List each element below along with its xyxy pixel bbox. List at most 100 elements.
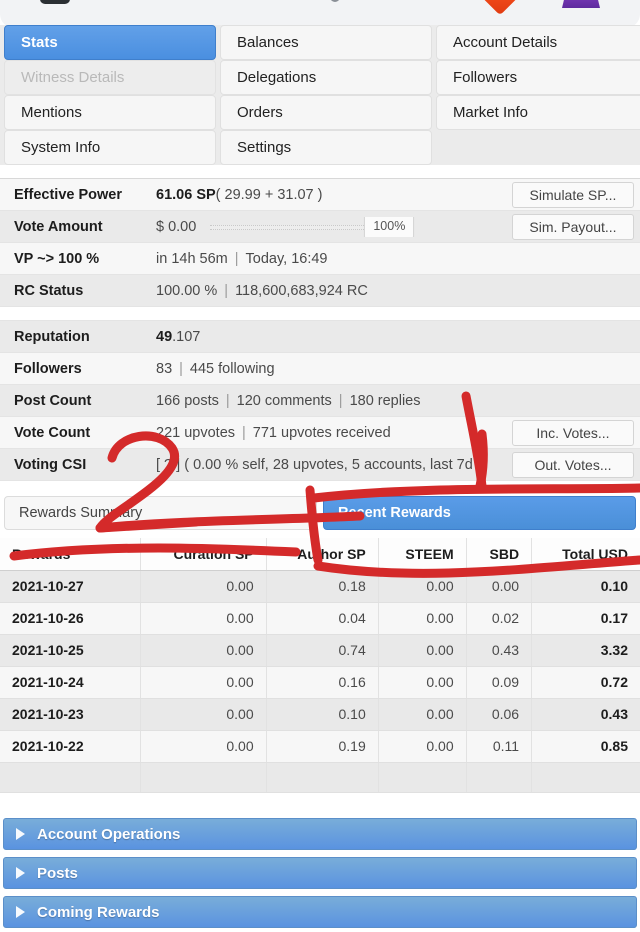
cell-empty: [531, 762, 640, 793]
card-icon[interactable]: [40, 0, 70, 4]
tab-row: Stats Balances Account Details: [2, 25, 640, 60]
column-header-curation-sp[interactable]: Curation SP: [140, 538, 267, 571]
accordion-coming-rewards[interactable]: Coming Rewards: [3, 896, 637, 928]
accordion-label: Coming Rewards: [37, 903, 160, 921]
cell-empty: [466, 762, 533, 793]
stats-group-divider: [0, 307, 640, 321]
table-row[interactable]: 2021-10-27 0.00 0.18 0.00 0.00 0.10: [0, 570, 640, 603]
inc-votes-button[interactable]: Inc. Votes...: [512, 420, 634, 446]
tab-witness-details: Witness Details: [4, 60, 216, 95]
chevron-right-icon: [16, 867, 25, 879]
chevron-right-icon: [16, 828, 25, 840]
tab-label: Settings: [236, 139, 292, 156]
cell-author-sp: 0.04: [266, 602, 379, 635]
cell-steem: 0.00: [378, 698, 467, 731]
diamond-icon[interactable]: [481, 0, 519, 16]
purple-badge-icon[interactable]: [562, 0, 600, 8]
rewards-tabs: Rewards Summary Recent Rewards: [0, 496, 640, 530]
table-row[interactable]: 2021-10-22 0.00 0.19 0.00 0.11 0.85: [0, 730, 640, 763]
stat-label: Vote Count: [14, 424, 91, 441]
table-row[interactable]: 2021-10-26 0.00 0.04 0.00 0.02 0.17: [0, 602, 640, 635]
column-header-rewards[interactable]: Rewards: [0, 538, 141, 571]
out-votes-button[interactable]: Out. Votes...: [512, 452, 634, 478]
vote-amount-value: $ 0.00: [156, 218, 197, 235]
tab-rewards-summary[interactable]: Rewards Summary: [4, 496, 317, 530]
tab-market-info[interactable]: Market Info: [435, 95, 640, 130]
cell-author-sp: 0.74: [266, 634, 379, 667]
tab-settings[interactable]: Settings: [219, 130, 432, 165]
column-header-total-usd[interactable]: Total USD: [531, 538, 640, 571]
tab-recent-rewards[interactable]: Recent Rewards: [323, 496, 636, 530]
upvotes-received: 771 upvotes received: [252, 424, 391, 441]
rc-percent: 100.00 %: [156, 282, 218, 299]
cell-steem: 0.00: [378, 570, 467, 603]
dot-icon[interactable]: [330, 0, 340, 2]
cell-date: 2021-10-23: [0, 698, 141, 731]
cell-curation-sp: 0.00: [140, 698, 267, 731]
stat-row-vote-count: Vote Count 221 upvotes | 771 upvotes recei…: [0, 417, 640, 449]
vote-weight-slider[interactable]: 100%: [210, 216, 415, 237]
column-header-sbd[interactable]: SBD: [466, 538, 533, 571]
tab-stats[interactable]: Stats: [4, 25, 216, 60]
app-root: Stats Balances Account Details Witness D…: [0, 0, 640, 932]
tab-row: Mentions Orders Market Info: [2, 95, 640, 130]
effective-power-breakdown: ( 29.99 + 31.07 ): [215, 186, 323, 203]
stat-value: 166 posts | 120 comments | 180 replies: [150, 393, 640, 409]
tab-label: Stats: [21, 34, 58, 51]
cell-author-sp: 0.18: [266, 570, 379, 603]
cell-total-usd: 0.10: [531, 570, 640, 603]
stat-label: RC Status: [14, 282, 84, 299]
accordion-label: Posts: [37, 864, 78, 882]
cell-author-sp: 0.16: [266, 666, 379, 699]
cell-sbd: 0.09: [466, 666, 533, 699]
table-row[interactable]: 2021-10-23 0.00 0.10 0.00 0.06 0.43: [0, 698, 640, 731]
table-row[interactable]: 2021-10-25 0.00 0.74 0.00 0.43 3.32: [0, 634, 640, 667]
cell-date: 2021-10-26: [0, 602, 141, 635]
column-header-author-sp[interactable]: Author SP: [266, 538, 379, 571]
stat-row-reputation: Reputation 49.107: [0, 321, 640, 353]
tab-delegations[interactable]: Delegations: [219, 60, 432, 95]
cell-curation-sp: 0.00: [140, 730, 267, 763]
stat-row-voting-csi: Voting CSI [ ? ] ( 0.00 % self, 28 upvot…: [0, 449, 640, 481]
tab-label: Followers: [452, 69, 518, 86]
tab-orders[interactable]: Orders: [219, 95, 432, 130]
tab-label: Orders: [236, 104, 283, 121]
cell-total-usd: 0.17: [531, 602, 640, 635]
tab-label: Rewards Summary: [19, 505, 143, 521]
stat-value: 49.107: [150, 329, 640, 345]
rc-amount: 118,600,683,924 RC: [235, 282, 368, 299]
simulate-sp-button[interactable]: Simulate SP...: [512, 182, 634, 208]
tab-account-details[interactable]: Account Details: [435, 25, 640, 60]
cell-empty: [0, 762, 141, 793]
table-row[interactable]: 2021-10-24 0.00 0.16 0.00 0.09 0.72: [0, 666, 640, 699]
stat-label: Voting CSI: [14, 456, 87, 473]
sim-payout-button[interactable]: Sim. Payout...: [512, 214, 634, 240]
stat-label: Reputation: [14, 328, 90, 345]
cell-steem: 0.00: [378, 666, 467, 699]
stat-value: in 14h 56m | Today, 16:49: [150, 251, 640, 267]
tab-label: System Info: [21, 139, 101, 156]
tab-label: Balances: [236, 34, 299, 51]
stat-label: Vote Amount: [14, 218, 103, 235]
vp-time: Today, 16:49: [245, 250, 328, 267]
accordion-account-operations[interactable]: Account Operations: [3, 818, 637, 850]
tab-empty-slot: [435, 130, 640, 165]
tab-label: Account Details: [452, 34, 558, 51]
column-header-steem[interactable]: STEEM: [378, 538, 467, 571]
accordion-posts[interactable]: Posts: [3, 857, 637, 889]
tab-mentions[interactable]: Mentions: [4, 95, 216, 130]
tab-system-info[interactable]: System Info: [4, 130, 216, 165]
cell-curation-sp: 0.00: [140, 602, 267, 635]
tab-row: System Info Settings: [2, 130, 640, 165]
tab-balances[interactable]: Balances: [219, 25, 432, 60]
posts-count: 166 posts: [156, 392, 219, 409]
slider-handle[interactable]: 100%: [364, 216, 415, 237]
rewards-table-body: 2021-10-27 0.00 0.18 0.00 0.00 0.10 2021…: [0, 570, 640, 793]
cell-sbd: 0.43: [466, 634, 533, 667]
tab-label: Recent Rewards: [338, 505, 451, 521]
stat-label: VP ~> 100 %: [14, 250, 100, 267]
table-header-row: Rewards Curation SP Author SP STEEM SBD …: [0, 538, 640, 571]
tab-label: Witness Details: [21, 69, 125, 86]
tab-followers[interactable]: Followers: [435, 60, 640, 95]
cell-steem: 0.00: [378, 634, 467, 667]
